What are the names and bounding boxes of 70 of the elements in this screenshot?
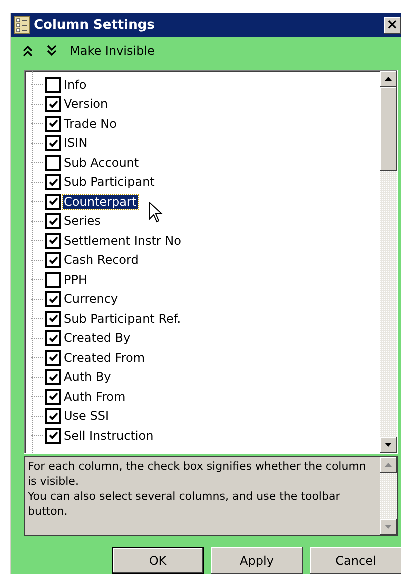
column-item[interactable]: Auth By — [63, 370, 112, 384]
checkbox[interactable] — [45, 310, 61, 327]
column-item[interactable]: PPH — [63, 272, 88, 287]
check-icon — [48, 391, 58, 402]
check-icon — [48, 372, 58, 383]
move-up-icon[interactable] — [22, 44, 34, 56]
column-item[interactable]: Created By — [63, 331, 132, 346]
checkbox[interactable] — [45, 291, 61, 308]
column-item[interactable]: Series — [63, 214, 102, 228]
checkbox[interactable] — [45, 369, 61, 386]
column-item[interactable]: Counterpart — [63, 194, 138, 209]
scroll-thumb[interactable] — [380, 87, 397, 171]
make-invisible-button[interactable]: Make Invisible — [70, 44, 155, 58]
check-icon — [48, 332, 58, 344]
check-icon — [48, 216, 58, 227]
check-icon — [48, 294, 58, 305]
checkbox[interactable] — [45, 194, 61, 210]
check-icon — [48, 352, 58, 364]
column-item[interactable]: Settlement Instr No — [63, 234, 182, 248]
checkbox[interactable] — [45, 350, 61, 366]
close-button[interactable]: × — [384, 16, 401, 34]
column-item[interactable]: Sub Participant — [63, 175, 156, 190]
checkbox[interactable] — [45, 213, 61, 230]
check-icon — [48, 410, 58, 422]
column-item[interactable]: Sub Participant Ref. — [63, 312, 182, 326]
dialog-button[interactable]: Apply — [211, 547, 303, 574]
description-text: You can also select several columns, and use the toolbar button. — [28, 489, 342, 519]
checkbox[interactable] — [45, 154, 61, 171]
dialog-button[interactable]: OK — [112, 547, 204, 574]
checkbox[interactable] — [45, 408, 61, 424]
column-item[interactable]: Use SSI — [63, 409, 110, 424]
check-icon — [48, 98, 58, 110]
column-item[interactable]: Version — [63, 97, 110, 112]
checkbox[interactable] — [45, 252, 61, 268]
scroll-down-icon[interactable] — [385, 443, 392, 447]
checkbox[interactable] — [45, 428, 61, 444]
checkbox[interactable] — [45, 76, 61, 93]
check-icon — [48, 138, 58, 149]
column-item[interactable]: Currency — [63, 292, 120, 306]
checklist-icon — [14, 16, 30, 34]
check-icon — [48, 313, 58, 324]
pointer-icon — [149, 202, 163, 223]
column-item[interactable]: Sell Instruction — [63, 428, 155, 443]
check-icon — [48, 254, 58, 266]
column-item[interactable]: Cash Record — [63, 253, 140, 268]
checkbox[interactable] — [45, 135, 61, 152]
checkbox[interactable] — [45, 330, 61, 346]
column-item[interactable]: Info — [63, 78, 88, 92]
column-item[interactable]: Auth From — [63, 390, 127, 404]
checkbox[interactable] — [45, 174, 61, 190]
check-icon — [48, 430, 58, 442]
column-item[interactable]: ISIN — [63, 136, 89, 150]
scrollbar[interactable] — [380, 71, 397, 453]
column-item[interactable]: Created From — [63, 350, 146, 365]
checkbox[interactable] — [45, 116, 61, 132]
checkbox[interactable] — [45, 272, 61, 288]
checkbox[interactable] — [45, 388, 61, 405]
column-item[interactable]: Trade No — [63, 116, 118, 131]
checkbox[interactable] — [45, 96, 61, 112]
check-icon — [48, 176, 58, 188]
description-text: For each column, the check box signifies whether the column is visible. — [28, 459, 368, 489]
checkbox[interactable] — [45, 232, 61, 249]
check-icon — [48, 235, 58, 246]
check-icon — [48, 118, 58, 130]
check-icon — [48, 196, 58, 208]
column-item[interactable]: Sub Account — [63, 156, 140, 170]
scroll-up-icon[interactable] — [385, 77, 392, 81]
window-title: Column Settings — [34, 18, 156, 32]
dialog-button[interactable]: Cancel — [310, 547, 401, 574]
move-down-icon[interactable] — [46, 44, 58, 56]
